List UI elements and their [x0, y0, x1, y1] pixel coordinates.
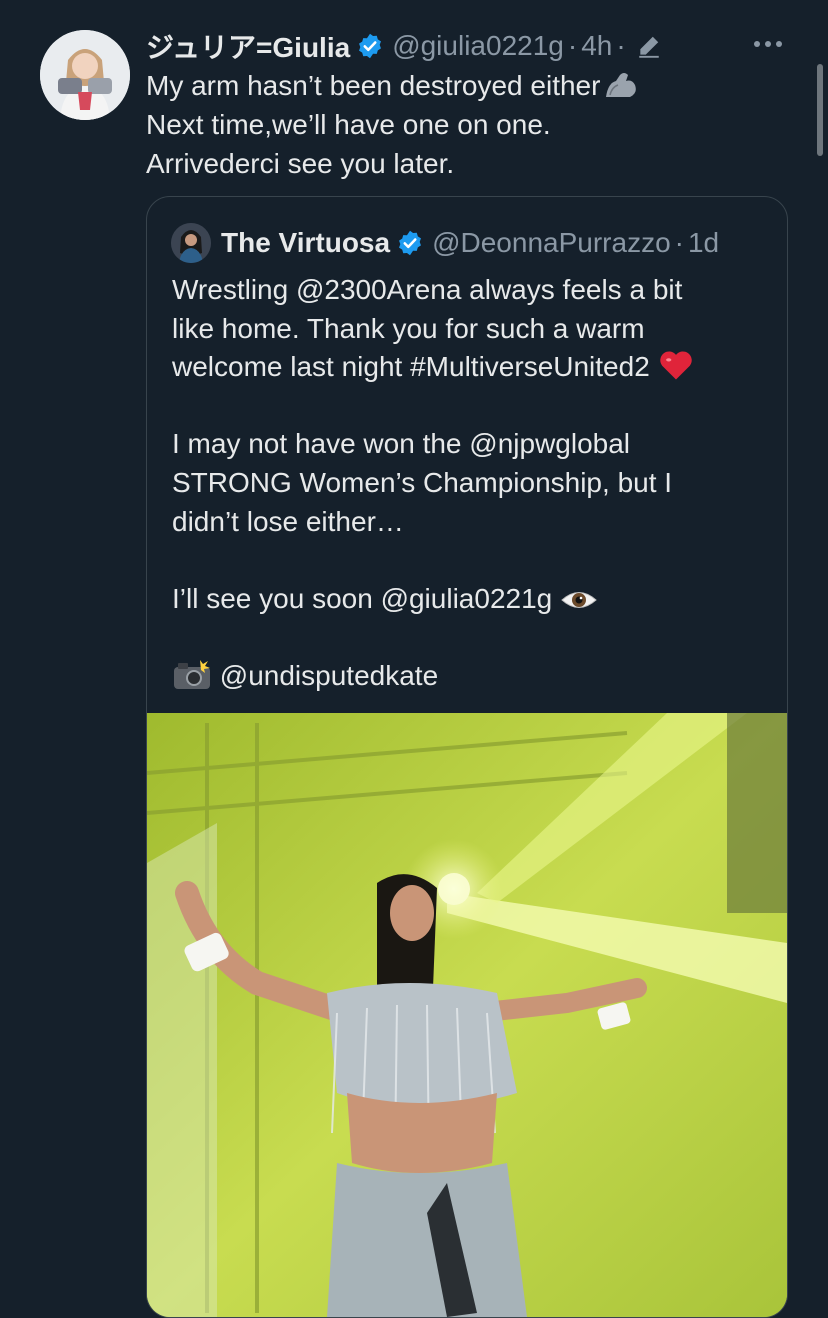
quoted-line-text: @undisputedkate [219, 659, 439, 691]
tweet-time[interactable]: 4h [581, 30, 612, 62]
red-heart-emoji [658, 349, 694, 392]
separator-dot: · [567, 30, 578, 61]
scrollbar-thumb[interactable] [817, 64, 823, 156]
quoted-tweet-time[interactable]: 1d [688, 227, 719, 259]
quoted-line: I’ll see you soon @giulia0221g [172, 580, 772, 619]
tweet-line-text: My arm hasn’t been destroyed either [146, 70, 601, 101]
tweet-line: My arm hasn’t been destroyed either [146, 66, 746, 105]
quoted-line-text: welcome last night #MultiverseUnited2 [172, 351, 650, 383]
quoted-tweet[interactable]: The Virtuosa @DeonnaPurrazzo · 1d Wrestl… [146, 196, 788, 1318]
tweet: ジュリア=Giulia @giulia0221g · 4h · My arm h [0, 0, 828, 1318]
quoted-line: didn’t lose either… [172, 505, 404, 537]
quoted-tweet-header: The Virtuosa @DeonnaPurrazzo · 1d [221, 221, 781, 265]
author-name[interactable]: ジュリア=Giulia [146, 26, 350, 66]
flexed-arm-emoji [602, 71, 640, 101]
quoted-line-text: I’ll see you soon @giulia0221g [172, 582, 553, 614]
tweet-header: ジュリア=Giulia @giulia0221g · 4h · [146, 26, 806, 66]
tweet-line: Arrivederci see you later. [146, 148, 455, 179]
quoted-line: STRONG Women’s Championship, but I [172, 466, 673, 498]
tweet-text: My arm hasn’t been destroyed either Next… [146, 66, 746, 183]
quoted-line: @undisputedkate [172, 657, 772, 696]
quoted-author-avatar[interactable] [171, 223, 211, 263]
eye-emoji [560, 585, 598, 624]
separator-dot: · [674, 227, 684, 258]
author-handle[interactable]: @giulia0221g [392, 30, 564, 62]
more-options-icon[interactable] [748, 28, 788, 60]
separator-dot: · [616, 30, 626, 61]
quoted-author-name[interactable]: The Virtuosa [221, 227, 390, 259]
quoted-line: I may not have won the @njpwglobal [172, 428, 631, 460]
edit-pencil-icon[interactable] [636, 33, 662, 59]
quoted-line: welcome last night #MultiverseUnited2 [172, 348, 772, 387]
quoted-author-handle[interactable]: @DeonnaPurrazzo [432, 227, 671, 259]
tweet-line: Next time,we’ll have one on one. [146, 109, 551, 140]
verified-badge-icon [396, 229, 424, 257]
quoted-line: like home. Thank you for such a warm [172, 312, 645, 344]
verified-badge-icon [356, 32, 384, 60]
author-avatar[interactable] [40, 30, 130, 120]
camera-flash-emoji [172, 658, 212, 701]
quoted-line: Wrestling @2300Arena always feels a bit [172, 274, 683, 305]
quoted-tweet-photo[interactable] [147, 713, 787, 1317]
quoted-tweet-text: Wrestling @2300Arena always feels a bit … [172, 271, 772, 696]
